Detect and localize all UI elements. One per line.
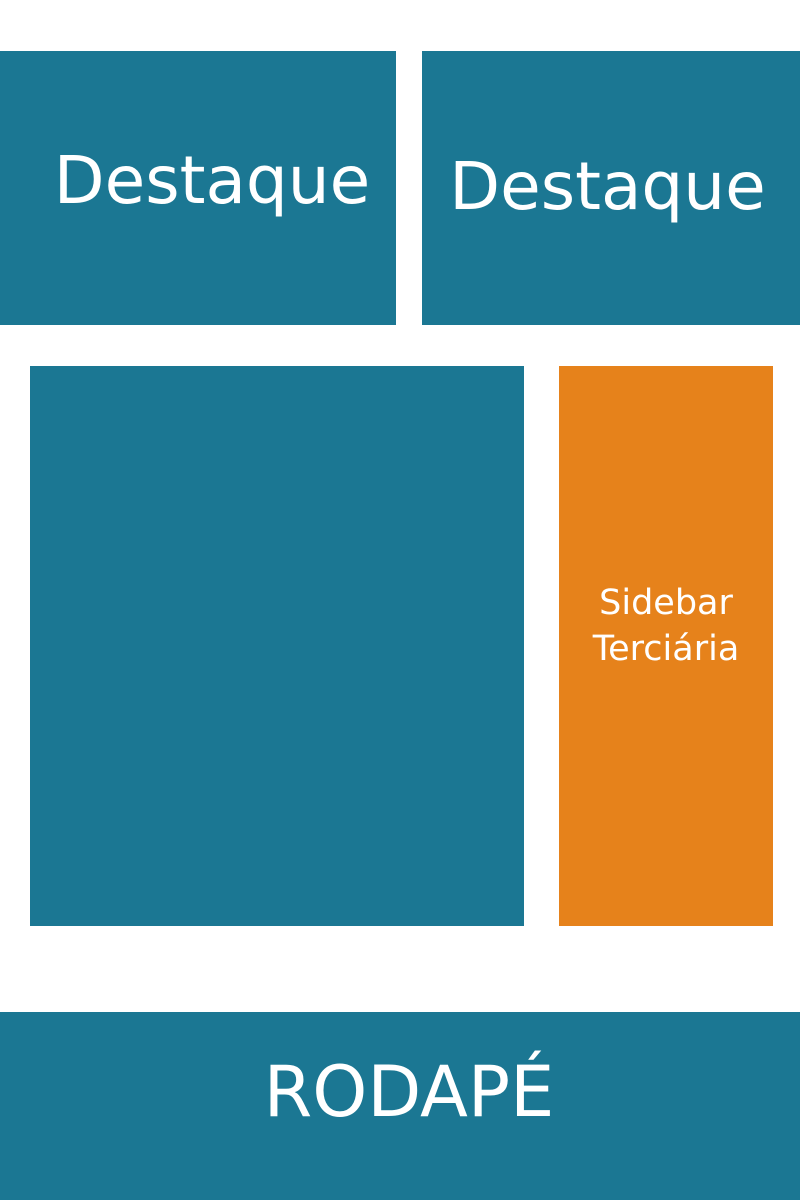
feature-label-2: Destaque xyxy=(449,148,766,225)
sidebar-label-line-1: Sidebar xyxy=(599,582,733,623)
feature-block-2: Destaque xyxy=(422,51,800,325)
sidebar-label: Sidebar Terciária xyxy=(593,580,740,672)
feature-label-1: Destaque xyxy=(53,142,371,219)
feature-block-1: Destaque xyxy=(0,51,396,325)
main-content-block xyxy=(30,366,524,926)
sidebar-label-line-2: Terciária xyxy=(592,628,740,669)
footer-label: RODAPÉ xyxy=(263,1051,555,1133)
footer-block: RODAPÉ xyxy=(0,1012,800,1200)
tertiary-sidebar-block: Sidebar Terciária xyxy=(559,366,773,926)
